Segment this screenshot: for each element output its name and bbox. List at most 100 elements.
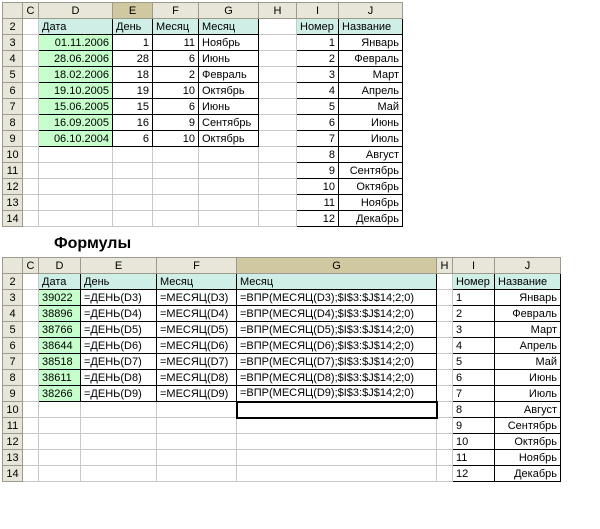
cell[interactable] bbox=[23, 67, 39, 83]
cell[interactable] bbox=[23, 83, 39, 99]
col-header[interactable]: C bbox=[23, 258, 39, 274]
cell[interactable]: Январь bbox=[339, 35, 403, 51]
row-header[interactable]: 7 bbox=[3, 99, 23, 115]
cell-header[interactable]: Номер bbox=[453, 274, 495, 290]
cell[interactable] bbox=[437, 450, 453, 466]
cell[interactable]: 11 bbox=[153, 35, 199, 51]
cell[interactable]: 16.09.2005 bbox=[39, 115, 113, 131]
row-header[interactable]: 2 bbox=[3, 19, 23, 35]
cell[interactable] bbox=[23, 370, 39, 386]
cell[interactable]: Июнь bbox=[339, 115, 403, 131]
cell[interactable] bbox=[23, 163, 39, 179]
cell[interactable] bbox=[153, 179, 199, 195]
cell[interactable] bbox=[153, 163, 199, 179]
cell[interactable] bbox=[437, 354, 453, 370]
col-header[interactable]: E bbox=[113, 3, 153, 19]
cell[interactable]: 2 bbox=[153, 67, 199, 83]
cell[interactable]: =ДЕНЬ(D9) bbox=[81, 386, 157, 402]
cell[interactable]: 39022 bbox=[39, 290, 81, 306]
cell-header[interactable]: Месяц bbox=[153, 19, 199, 35]
cell[interactable] bbox=[23, 19, 39, 35]
cell[interactable]: 01.11.2006 bbox=[39, 35, 113, 51]
cell[interactable] bbox=[23, 450, 39, 466]
cell[interactable] bbox=[259, 115, 297, 131]
active-cell[interactable] bbox=[237, 402, 437, 418]
cell[interactable]: =ДЕНЬ(D3) bbox=[81, 290, 157, 306]
cell[interactable]: =МЕСЯЦ(D8) bbox=[157, 370, 237, 386]
cell[interactable]: 8 bbox=[453, 402, 495, 418]
cell[interactable] bbox=[259, 35, 297, 51]
cell[interactable] bbox=[23, 290, 39, 306]
cell[interactable] bbox=[259, 195, 297, 211]
cell[interactable]: Август bbox=[339, 147, 403, 163]
cell-header[interactable]: Дата bbox=[39, 274, 81, 290]
cell[interactable]: 6 bbox=[113, 131, 153, 147]
cell[interactable] bbox=[113, 179, 153, 195]
cell[interactable]: 10 bbox=[153, 131, 199, 147]
cell[interactable]: 19 bbox=[113, 83, 153, 99]
row-header[interactable]: 2 bbox=[3, 274, 23, 290]
col-header[interactable]: F bbox=[153, 3, 199, 19]
cell[interactable]: 9 bbox=[297, 163, 339, 179]
cell[interactable]: 8 bbox=[297, 147, 339, 163]
cell[interactable]: =МЕСЯЦ(D9) bbox=[157, 386, 237, 402]
cell[interactable] bbox=[259, 147, 297, 163]
cell[interactable] bbox=[39, 402, 81, 418]
cell[interactable] bbox=[39, 163, 113, 179]
row-header[interactable]: 6 bbox=[3, 338, 23, 354]
row-header[interactable]: 4 bbox=[3, 51, 23, 67]
cell[interactable]: 18 bbox=[113, 67, 153, 83]
cell[interactable]: 38611 bbox=[39, 370, 81, 386]
cell[interactable]: Апрель bbox=[339, 83, 403, 99]
cell[interactable]: =ДЕНЬ(D5) bbox=[81, 322, 157, 338]
cell[interactable]: Апрель bbox=[495, 338, 561, 354]
row-header[interactable]: 6 bbox=[3, 83, 23, 99]
cell[interactable]: 19.10.2005 bbox=[39, 83, 113, 99]
cell[interactable]: =МЕСЯЦ(D7) bbox=[157, 354, 237, 370]
cell[interactable] bbox=[81, 434, 157, 450]
cell[interactable]: 10 bbox=[153, 83, 199, 99]
cell[interactable]: =ВПР(МЕСЯЦ(D6);$I$3:$J$14;2;0) bbox=[237, 338, 437, 354]
cell[interactable]: 12 bbox=[453, 466, 495, 482]
cell[interactable]: Ноябрь bbox=[495, 450, 561, 466]
cell[interactable]: Август bbox=[495, 402, 561, 418]
cell[interactable]: Январь bbox=[495, 290, 561, 306]
cell[interactable]: 2 bbox=[297, 51, 339, 67]
cell[interactable] bbox=[259, 83, 297, 99]
cell[interactable] bbox=[237, 434, 437, 450]
cell[interactable]: Октябрь bbox=[339, 179, 403, 195]
cell[interactable] bbox=[39, 418, 81, 434]
cell[interactable] bbox=[199, 147, 259, 163]
cell[interactable]: =МЕСЯЦ(D5) bbox=[157, 322, 237, 338]
row-header[interactable]: 14 bbox=[3, 211, 23, 227]
cell[interactable] bbox=[199, 163, 259, 179]
cell[interactable] bbox=[113, 211, 153, 227]
cell[interactable] bbox=[259, 67, 297, 83]
cell[interactable]: 10 bbox=[453, 434, 495, 450]
cell[interactable] bbox=[81, 418, 157, 434]
cell[interactable] bbox=[437, 290, 453, 306]
cell[interactable]: =ВПР(МЕСЯЦ(D7);$I$3:$J$14;2;0) bbox=[237, 354, 437, 370]
cell[interactable]: =ВПР(МЕСЯЦ(D9);$I$3:$J$14;2;0) bbox=[237, 386, 437, 402]
cell[interactable]: Июль bbox=[339, 131, 403, 147]
col-header[interactable]: E bbox=[81, 258, 157, 274]
cell[interactable]: Март bbox=[495, 322, 561, 338]
row-header[interactable]: 7 bbox=[3, 354, 23, 370]
cell[interactable]: =ДЕНЬ(D6) bbox=[81, 338, 157, 354]
cell[interactable] bbox=[23, 179, 39, 195]
cell[interactable]: 1 bbox=[297, 35, 339, 51]
cell[interactable]: Май bbox=[495, 354, 561, 370]
row-header[interactable]: 4 bbox=[3, 306, 23, 322]
cell[interactable] bbox=[81, 450, 157, 466]
cell[interactable]: 28.06.2006 bbox=[39, 51, 113, 67]
cell-header[interactable]: День bbox=[81, 274, 157, 290]
cell[interactable] bbox=[23, 322, 39, 338]
cell[interactable]: Май bbox=[339, 99, 403, 115]
cell[interactable]: 11 bbox=[297, 195, 339, 211]
cell[interactable] bbox=[39, 450, 81, 466]
cell[interactable] bbox=[23, 338, 39, 354]
row-header[interactable]: 12 bbox=[3, 179, 23, 195]
cell[interactable] bbox=[437, 434, 453, 450]
cell[interactable] bbox=[23, 35, 39, 51]
cell[interactable] bbox=[437, 386, 453, 402]
